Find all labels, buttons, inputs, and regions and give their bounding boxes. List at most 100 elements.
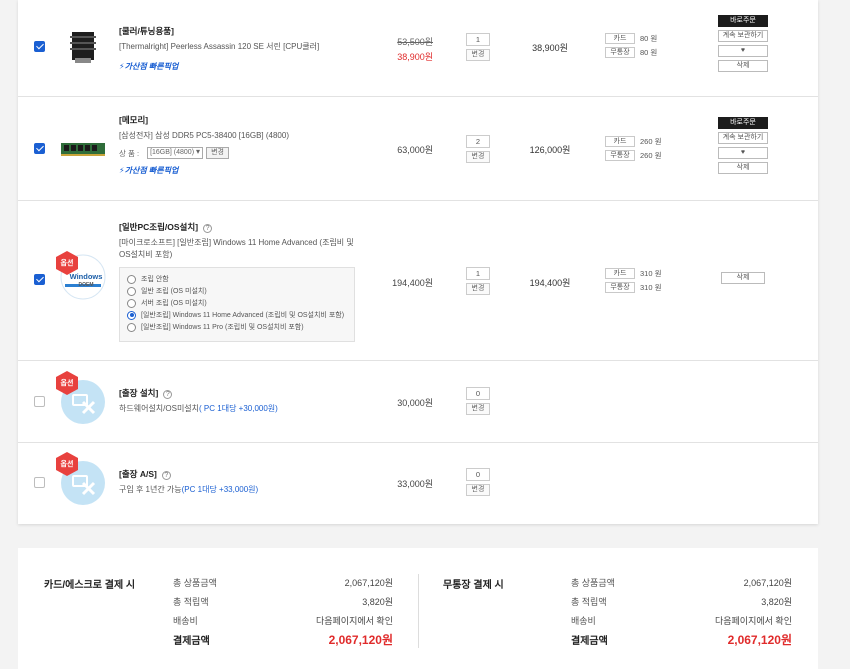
quantity-change-button[interactable]: 변경 — [466, 484, 490, 496]
radio-button[interactable] — [127, 298, 136, 308]
quantity-input[interactable]: 1 — [466, 267, 490, 280]
quantity-input[interactable]: 1 — [466, 33, 490, 46]
quantity-input[interactable]: 0 — [466, 387, 490, 400]
point-card-value: 310 원 — [640, 269, 662, 278]
product-image[interactable] — [60, 24, 106, 70]
item-checkbox[interactable] — [34, 274, 45, 285]
price-note: (PC 1대당 +33,000원) — [181, 485, 259, 494]
summary-value: 2,067,120원 — [743, 578, 792, 588]
keep-button[interactable]: 계속 보관하기 — [718, 132, 768, 144]
help-icon[interactable]: ? — [203, 224, 213, 233]
assembly-option[interactable]: 일반 조립 (OS 미설치) — [127, 285, 347, 297]
summary-divider — [418, 574, 419, 648]
sale-price: 33,000원 — [397, 479, 433, 489]
point-card-value: 260 원 — [640, 137, 662, 146]
product-category[interactable]: [출장 설치]? — [119, 387, 278, 399]
assembly-option[interactable]: [일반조립] Windows 11 Pro (조립비 및 OS설치비 포함) — [127, 321, 347, 333]
buy-now-button[interactable]: 바로주문 — [718, 15, 768, 27]
quick-pickup-label: 가산점 빠른픽업 — [124, 166, 179, 175]
sale-price: 63,000원 — [397, 145, 433, 155]
product-description[interactable]: 하드웨어설치/OS미설치( PC 1대당 +30,000원) — [119, 403, 278, 415]
summary-total-value: 2,067,120원 — [328, 633, 393, 647]
card-payment-title: 카드/에스크로 결제 시 — [44, 580, 136, 591]
wishlist-heart-icon[interactable]: ♥ — [718, 45, 768, 57]
delete-button[interactable]: 삭제 — [718, 162, 768, 174]
product-category[interactable]: [출장 A/S]? — [119, 468, 258, 480]
summary-label: 총 상품금액 — [173, 578, 217, 588]
product-description[interactable]: 구입 후 1년간 가능(PC 1대당 +33,000원) — [119, 484, 258, 496]
summary-label: 총 상품금액 — [571, 578, 615, 588]
cart-row-cooler: [쿨러/튜닝용품] [Thermalright] Peerless Assass… — [18, 0, 818, 97]
summary-total-label: 결제금액 — [173, 636, 210, 647]
product-option-select[interactable]: [16GB] (4800) — [147, 147, 204, 159]
summary-value: 다음페이지에서 확인 — [714, 616, 792, 626]
point-card-value: 80 원 — [640, 34, 658, 43]
option-change-button[interactable]: 변경 — [206, 147, 229, 159]
assembly-option[interactable]: 서버 조립 (OS 미설치) — [127, 297, 347, 309]
radio-button[interactable] — [127, 286, 136, 296]
keep-button[interactable]: 계속 보관하기 — [718, 30, 768, 42]
product-category-label: [출장 A/S] — [119, 469, 157, 479]
summary-label: 총 적립액 — [571, 597, 607, 607]
select-label: 상 품 : — [119, 148, 140, 158]
quantity-change-button[interactable]: 변경 — [466, 151, 490, 163]
summary-value: 2,067,120원 — [344, 578, 393, 588]
buy-now-button[interactable]: 바로주문 — [718, 117, 768, 129]
wishlist-heart-icon[interactable]: ♥ — [718, 147, 768, 159]
help-icon[interactable]: ? — [161, 471, 171, 480]
point-card-label: 카드 — [605, 33, 635, 44]
item-checkbox[interactable] — [34, 143, 45, 154]
assembly-option[interactable]: [일반조립] Windows 11 Home Advanced (조립비 및 O… — [127, 309, 347, 321]
item-total: 38,900원 — [532, 43, 568, 53]
product-category-label: [일반PC조립/OS설치] — [119, 222, 199, 232]
item-checkbox[interactable] — [34, 396, 45, 407]
summary-label: 배송비 — [571, 616, 596, 626]
point-bank-label: 무통장 — [605, 47, 635, 58]
radio-button-selected[interactable] — [127, 310, 136, 320]
assembly-option[interactable]: 조립 안함 — [127, 273, 347, 285]
point-bank-label: 무통장 — [605, 150, 635, 161]
radio-button[interactable] — [127, 322, 136, 332]
cart-table: [쿨러/튜닝용품] [Thermalright] Peerless Assass… — [18, 0, 818, 524]
option-label: 조립 안함 — [141, 276, 169, 283]
summary-label: 총 적립액 — [173, 597, 209, 607]
item-total: 126,000원 — [529, 145, 571, 155]
item-checkbox[interactable] — [34, 41, 45, 52]
product-description[interactable]: [삼성전자] 삼성 DDR5 PC5-38400 [16GB] (4800) — [119, 130, 289, 142]
point-bank-value: 80 원 — [640, 48, 658, 57]
delete-button[interactable]: 삭제 — [718, 60, 768, 72]
product-category[interactable]: [메모리] — [119, 114, 289, 126]
option-label: [일반조립] Windows 11 Home Advanced (조립비 및 O… — [141, 312, 345, 319]
summary-value: 3,820원 — [761, 597, 792, 607]
point-card-label: 카드 — [605, 136, 635, 147]
quantity-change-button[interactable]: 변경 — [466, 283, 490, 295]
help-icon[interactable]: ? — [163, 390, 173, 399]
payment-summary: 카드/에스크로 결제 시 총 상품금액 2,067,120원 총 적립액 3,8… — [18, 548, 818, 669]
quantity-change-button[interactable]: 변경 — [466, 49, 490, 61]
summary-label: 배송비 — [173, 616, 198, 626]
item-checkbox[interactable] — [34, 477, 45, 488]
cart-row-assembly: Windows DOEM 옵션 [일반PC조립/OS설치]? [마이크로소프트]… — [18, 201, 818, 361]
point-bank-value: 260 원 — [640, 151, 662, 160]
product-image[interactable] — [60, 126, 106, 172]
product-description[interactable]: [Thermalright] Peerless Assassin 120 SE … — [119, 41, 319, 53]
quick-pickup-label: 가산점 빠른픽업 — [124, 62, 179, 71]
delete-button[interactable]: 삭제 — [721, 272, 765, 284]
summary-value: 3,820원 — [362, 597, 393, 607]
quantity-input[interactable]: 2 — [466, 135, 490, 148]
product-category[interactable]: [쿨러/튜닝용품] — [119, 25, 319, 37]
option-label: [일반조립] Windows 11 Pro (조립비 및 OS설치비 포함) — [141, 324, 304, 331]
cart-row-memory: [메모리] [삼성전자] 삼성 DDR5 PC5-38400 [16GB] (4… — [18, 97, 818, 201]
product-description[interactable]: [마이크로소프트] [일반조립] Windows 11 Home Advance… — [119, 237, 359, 261]
sale-price: 194,400원 — [392, 278, 433, 288]
windows-logo-text: Windows — [69, 272, 103, 281]
option-label: 일반 조립 (OS 미설치) — [141, 288, 207, 295]
product-category[interactable]: [일반PC조립/OS설치]? — [119, 221, 359, 233]
point-bank-label: 무통장 — [605, 282, 635, 293]
summary-total-value: 2,067,120원 — [727, 633, 792, 647]
quantity-input[interactable]: 0 — [466, 468, 490, 481]
quantity-change-button[interactable]: 변경 — [466, 403, 490, 415]
description-text: 구입 후 1년간 가능 — [119, 485, 182, 494]
summary-value: 다음페이지에서 확인 — [315, 616, 393, 626]
radio-button[interactable] — [127, 274, 136, 284]
